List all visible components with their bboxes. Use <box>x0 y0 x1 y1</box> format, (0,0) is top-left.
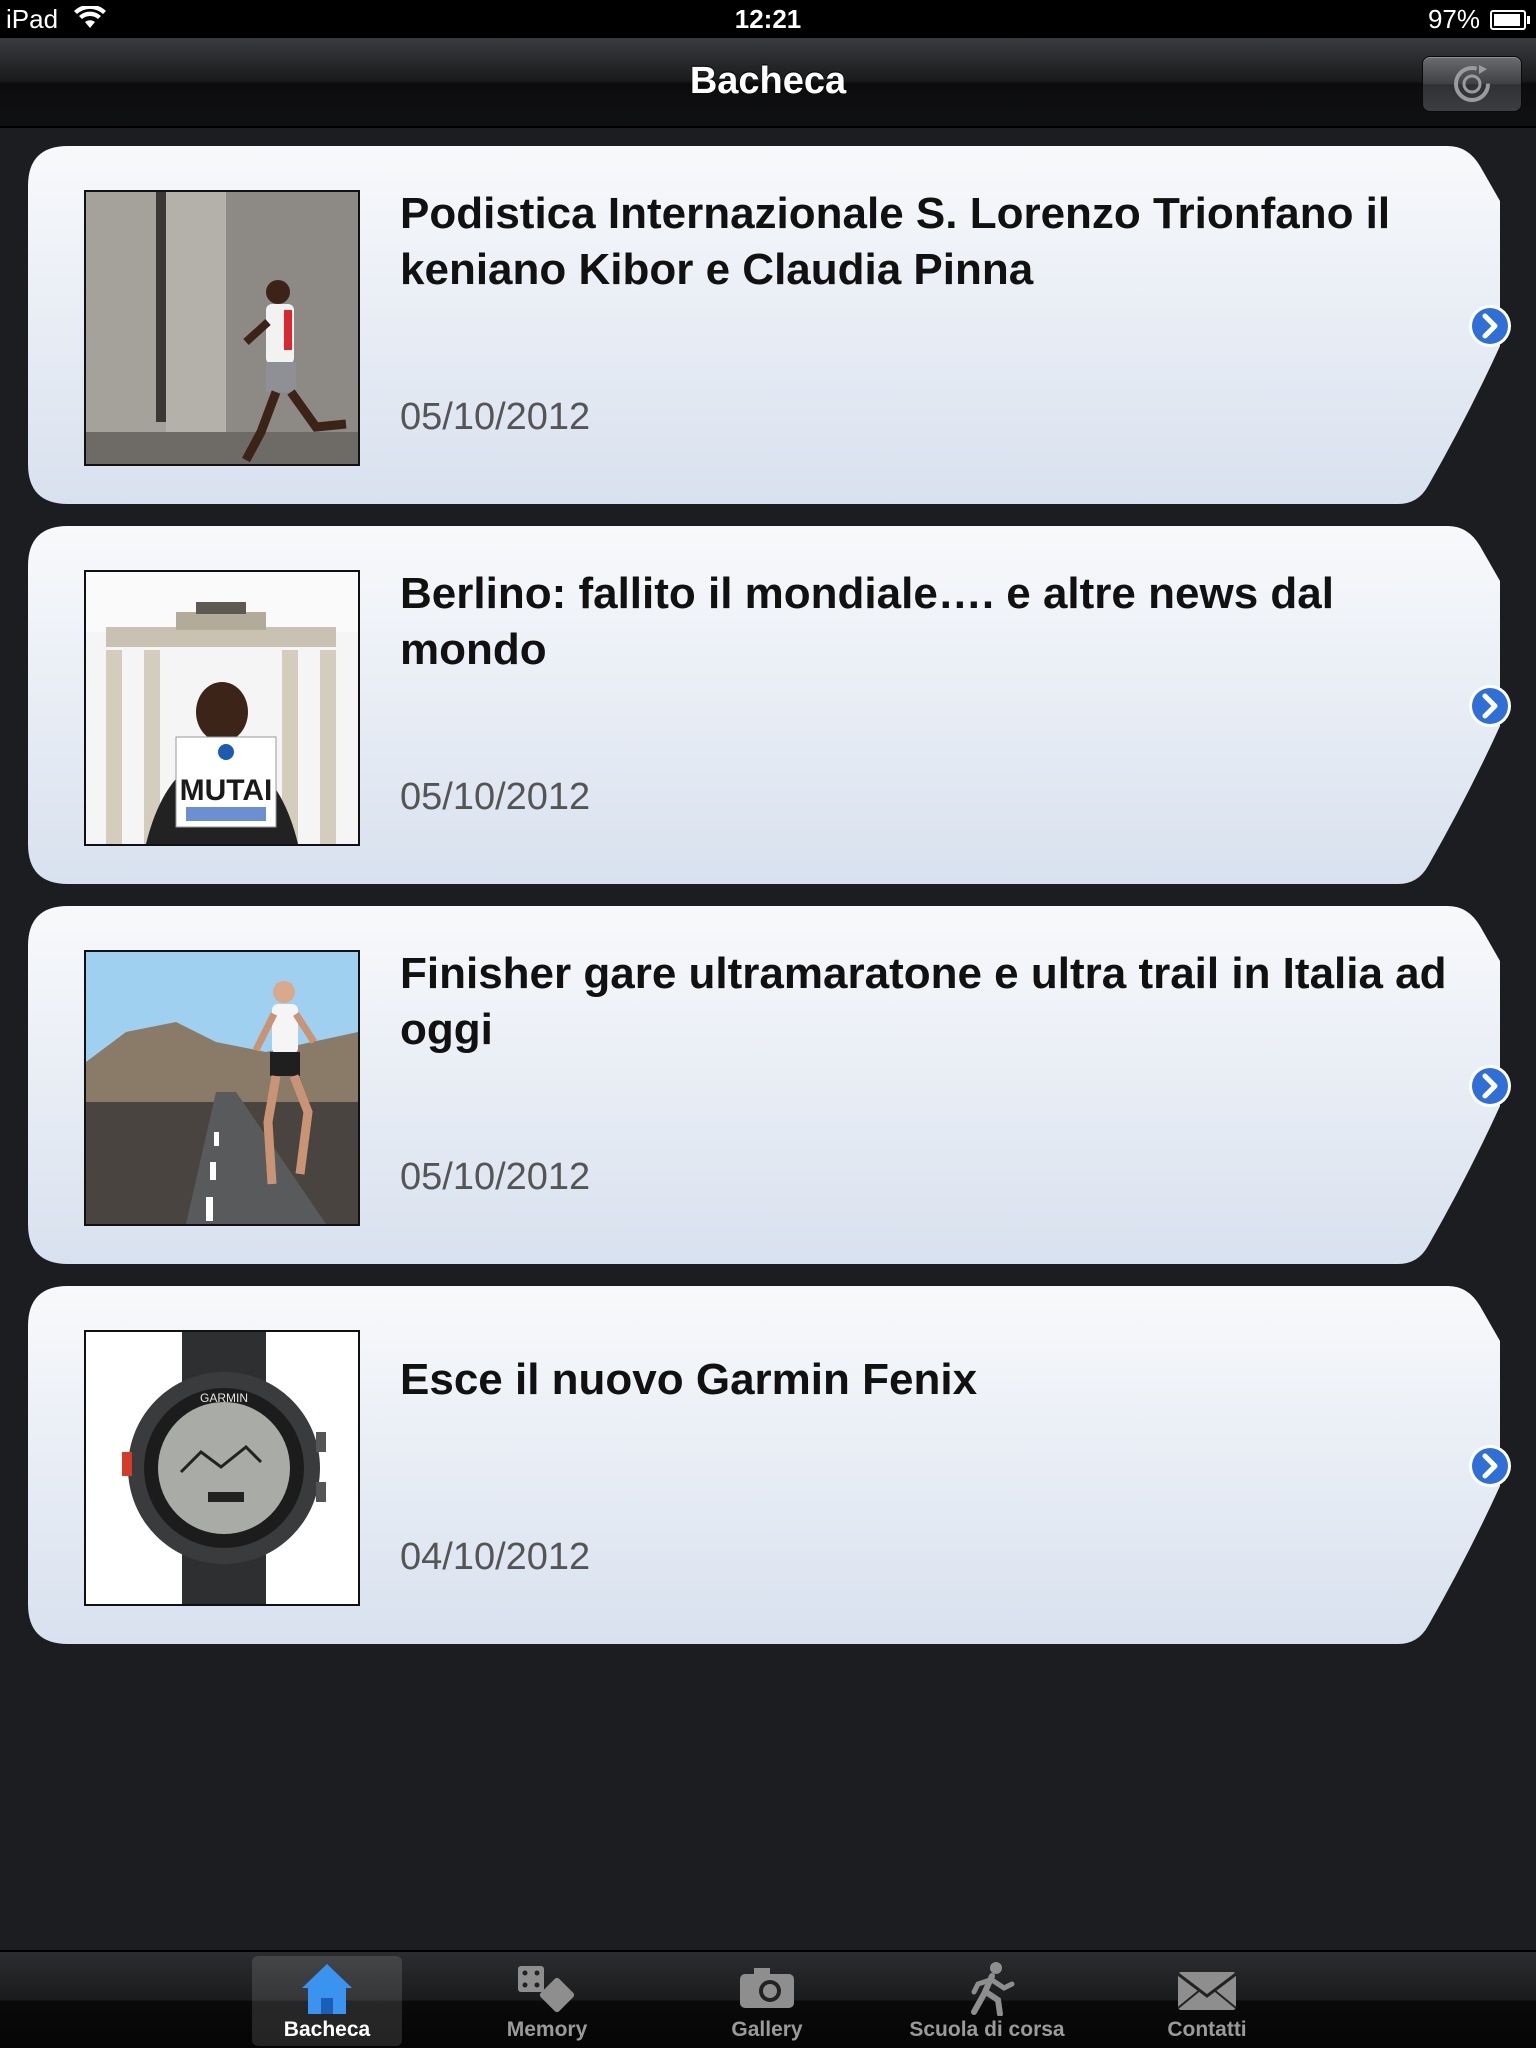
news-date: 05/10/2012 <box>400 1156 591 1198</box>
tab-memory[interactable]: Memory <box>472 1956 622 2046</box>
news-thumbnail-garmin-watch: GARMIN <box>84 1330 360 1606</box>
tab-label: Scuola di corsa <box>909 2018 1065 2041</box>
tab-scuola-di-corsa[interactable]: Scuola di corsa <box>909 1956 1065 2046</box>
chevron-right-icon[interactable] <box>1468 304 1512 348</box>
chevron-right-icon[interactable] <box>1468 684 1512 728</box>
news-date: 05/10/2012 <box>400 396 591 438</box>
mail-icon <box>1132 1960 1282 2016</box>
svg-text:GARMIN: GARMIN <box>200 1391 248 1405</box>
runner-icon <box>912 1960 1062 2017</box>
chevron-right-icon[interactable] <box>1468 1064 1512 1108</box>
news-item[interactable]: MUTAI Berlino: fallito il mondiale…. e a… <box>28 526 1511 884</box>
news-title: Podistica Internazionale S. Lorenzo Trio… <box>400 189 1391 294</box>
tab-contatti[interactable]: Contatti <box>1132 1956 1282 2046</box>
status-bar: iPad 12:21 97% <box>0 0 1536 38</box>
news-thumbnail-road-runner <box>84 950 360 1226</box>
battery-percentage: 97% <box>1427 4 1480 34</box>
news-date: 04/10/2012 <box>400 1536 591 1578</box>
tab-label: Contatti <box>1167 2018 1247 2041</box>
tab-bacheca[interactable]: Bacheca <box>252 1956 402 2046</box>
news-title: Esce il nuovo Garmin Fenix <box>400 1355 978 1404</box>
tab-label: Memory <box>506 2018 588 2041</box>
camera-icon <box>692 1960 842 2016</box>
tab-label: Gallery <box>731 2018 803 2041</box>
refresh-icon <box>1454 65 1490 102</box>
dice-icon <box>472 1960 622 2016</box>
news-item[interactable]: GARMIN Esce il nuovo Garmin Fenix 04/10/… <box>28 1286 1511 1644</box>
home-icon <box>252 1960 402 2016</box>
navigation-bar: Bacheca <box>0 38 1536 128</box>
news-thumbnail-brandenburg-gate: MUTAI <box>84 570 360 846</box>
refresh-button[interactable] <box>1422 56 1522 112</box>
battery-icon <box>1490 10 1530 30</box>
tab-gallery[interactable]: Gallery <box>692 1956 842 2046</box>
news-title: Finisher gare ultramaratone e ultra trai… <box>400 949 1447 1054</box>
news-title: Berlino: fallito il mondiale…. e altre n… <box>400 569 1334 674</box>
news-item[interactable]: Finisher gare ultramaratone e ultra trai… <box>28 906 1511 1264</box>
svg-text:MUTAI: MUTAI <box>180 774 273 807</box>
page-title: Bacheca <box>689 60 847 102</box>
chevron-right-icon[interactable] <box>1468 1444 1512 1488</box>
clock: 12:21 <box>734 4 802 34</box>
tab-bar: Bacheca Memory Gallery Scuola di corsa C… <box>0 1950 1536 2048</box>
tab-label: Bacheca <box>283 2018 371 2041</box>
news-date: 05/10/2012 <box>400 776 591 818</box>
news-item[interactable]: Podistica Internazionale S. Lorenzo Trio… <box>28 146 1511 504</box>
news-thumbnail-runner-wall <box>84 190 360 466</box>
